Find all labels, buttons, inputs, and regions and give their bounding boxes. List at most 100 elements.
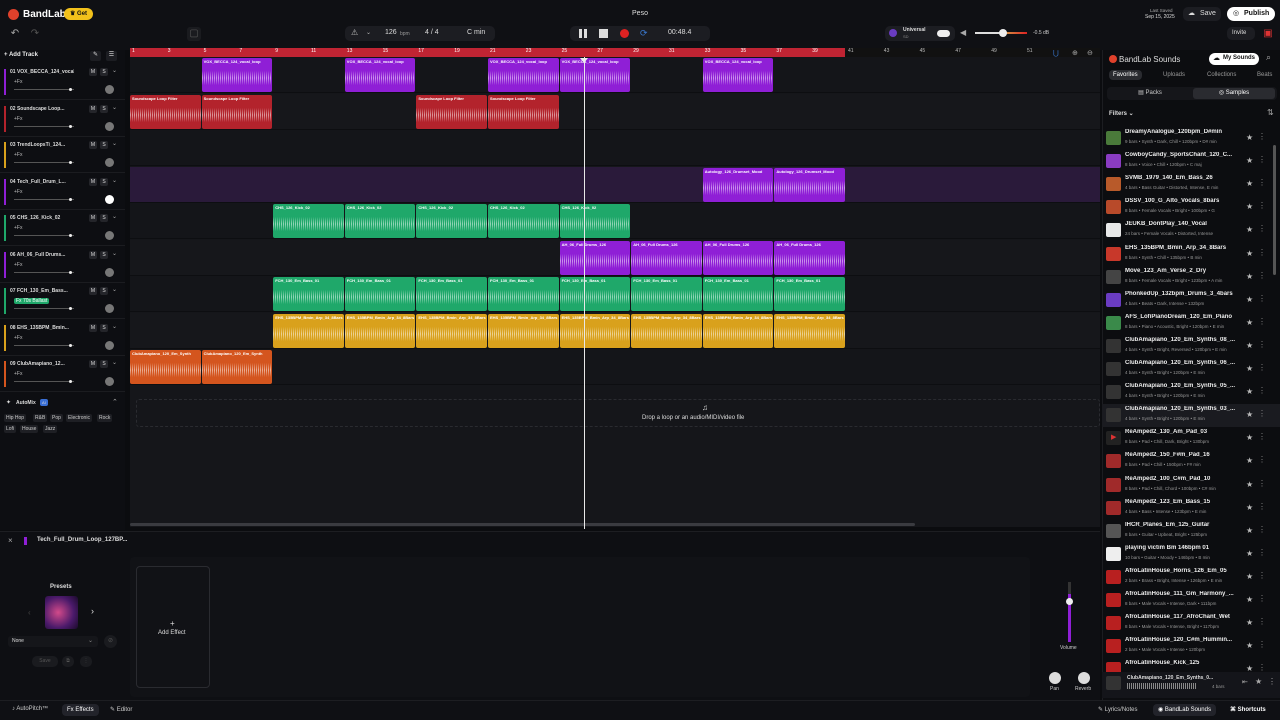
track-lane[interactable]: AH_06_Full Drums_126 AH_06_Full Drums_126… [130,239,1100,276]
track-header[interactable]: 07 FCH_130_Em_Bass... Fx 70s Ballast M S ⌄ [0,283,125,319]
sound-thumbnail[interactable] [1106,269,1121,284]
track-lane[interactable]: VOX_BECCA_124_vocal_loop VOX_BECCA_124_vo… [130,57,1100,93]
audio-clip[interactable]: ClubAmapiano_120_Em_Synth [130,350,201,384]
sound-item[interactable]: playing victim Bm 146bpm 01 10 bars • Gui… [1102,543,1280,566]
track-volume-knob[interactable] [69,307,72,310]
more-icon[interactable]: ⋮ [1258,271,1266,280]
track-volume-knob[interactable] [69,343,72,347]
audio-clip[interactable]: FCH_130_Em_Bass_01 [774,277,845,311]
chevron-down-icon[interactable]: ⌄ [112,177,117,184]
chevron-down-icon[interactable]: ⌄ [112,104,117,111]
track-fx-button[interactable]: +Fx [14,225,22,231]
more-icon[interactable]: ⋮ [1258,363,1266,372]
more-icon[interactable]: ⋮ [1258,201,1266,210]
track-name[interactable]: 09 ClubAmapiano_12... [10,361,74,367]
subtab-samples[interactable]: ◎ Samples [1193,88,1275,99]
sound-thumbnail[interactable] [1106,639,1121,654]
favorite-icon[interactable]: ★ [1246,387,1253,396]
audio-clip[interactable]: FCH_130_Em_Bass_01 [416,277,487,311]
more-icon[interactable]: ⋮ [80,656,92,667]
track-volume-knob[interactable] [69,197,72,201]
track-fx-button[interactable]: +Fx [14,335,22,341]
stop-icon[interactable] [599,29,608,38]
sound-item[interactable]: ClubAmapiano_120_Em_Synths_08_... 4 bars … [1102,335,1280,358]
more-icon[interactable]: ⋮ [1258,479,1266,488]
audio-clip[interactable]: AH_06_Full Drums_126 [774,240,845,275]
track-header[interactable]: 09 ClubAmapiano_12... +Fx M S ⌄ [0,356,125,392]
track-name[interactable]: 04 Tech_Full_Drum_L... [10,179,74,185]
audio-clip[interactable]: CHS_126_Kick_02 [344,204,416,238]
sound-thumbnail[interactable] [1106,154,1121,169]
audio-clip[interactable]: AH_06_Full Drums_126 [559,240,631,275]
sound-thumbnail[interactable] [1106,593,1121,607]
pencil-icon[interactable]: ✎ [90,51,101,61]
more-icon[interactable]: ⋮ [1258,155,1266,164]
more-icon[interactable]: ⋮ [1258,317,1266,326]
horizontal-scrollbar[interactable] [130,523,915,526]
chevron-down-icon[interactable]: ⌄ [112,213,117,220]
track-name[interactable]: 01 VOX_BECCA_124_vocal_loop... [10,69,74,75]
sound-item[interactable]: PhonkedUp_132bpm_Drums_3_4bars 4 bars • B… [1102,289,1280,312]
track-volume-knob[interactable] [69,124,72,128]
sound-item[interactable]: AFS_LofiPianoDream_120_Em_Piano 8 bars • … [1102,312,1280,335]
pause-icon[interactable] [579,29,587,38]
save-preset-button[interactable]: Save [32,656,58,667]
shortcuts-tab[interactable]: ⌘ Shortcuts [1230,706,1266,713]
audio-clip[interactable]: Soundscape Loop Filter [416,94,487,129]
audio-clip[interactable]: VOX_BECCA_124_vocal_loop [559,58,631,92]
speaker-icon[interactable]: ◀ [960,28,966,37]
favorite-icon[interactable]: ★ [1246,364,1253,373]
favorite-icon[interactable]: ★ [1246,202,1253,211]
chevron-left-icon[interactable]: ‹ [28,608,31,617]
track-header[interactable]: 03 TrendLoopsTi_124... +Fx M S ⌄ [0,137,125,173]
solo-button[interactable]: S [100,104,108,113]
track-lane[interactable] [130,130,1100,166]
audio-clip[interactable]: FCH_130_Em_Bass_01 [559,277,631,311]
favorite-icon[interactable]: ★ [1255,677,1262,686]
audio-clip[interactable]: FCH_130_Em_Bass_01 [344,277,416,311]
track-volume-slider[interactable] [14,343,74,347]
pan-knob[interactable] [105,304,114,313]
favorite-icon[interactable]: ★ [1246,549,1253,558]
reverb-knob[interactable] [1078,672,1090,684]
track-lane[interactable]: Autology_126_Drumset_Mood Autology_126_Dr… [130,166,1100,203]
solo-button[interactable]: S [100,214,108,222]
sound-item[interactable]: AfroLatinHouse_111_Gm_Harmony_... 8 bars … [1102,589,1280,612]
sound-item[interactable]: ClubAmapiano_120_Em_Synths_03_... 4 bars … [1102,404,1280,428]
track-fx-button[interactable]: +Fx [14,116,22,122]
pan-knob[interactable] [105,340,114,350]
editor-tab[interactable]: ✎ Editor [110,706,132,713]
pan-knob[interactable] [105,85,114,94]
chevron-up-icon[interactable]: ⌃ [112,398,118,406]
more-icon[interactable]: ⋮ [1258,640,1266,649]
sound-thumbnail[interactable] [1106,200,1121,215]
sound-thumbnail[interactable] [1106,500,1121,515]
track-name[interactable]: 02 Soundscape Loop... [10,106,74,112]
sound-tab[interactable]: Collections [1203,70,1240,80]
more-icon[interactable]: ⋮ [1258,132,1266,141]
more-icon[interactable]: ⋮ [1258,502,1266,511]
sound-item[interactable]: ReAmped2_150_F#m_Pad_16 8 bars • Pad • Ch… [1102,450,1280,473]
track-volume-knob[interactable] [69,88,72,91]
pan-knob[interactable] [105,267,114,277]
sound-item[interactable]: IHCR_Planes_Em_125_Guitar 8 bars • Guitar… [1102,520,1280,543]
master-volume-slider[interactable] [975,29,1027,37]
mute-button[interactable]: M [89,360,97,368]
more-icon[interactable]: ⋮ [1258,594,1266,603]
track-volume-slider[interactable] [14,161,74,164]
sound-thumbnail[interactable] [1106,362,1121,376]
favorite-icon[interactable]: ★ [1246,595,1253,604]
genre-tag[interactable]: House [20,425,39,433]
record-icon[interactable] [620,29,629,38]
key-value[interactable]: C min [467,29,485,36]
mute-button[interactable]: M [89,323,97,332]
metronome-icon[interactable]: ⚠ [351,28,358,37]
more-icon[interactable]: ⋮ [1258,455,1266,464]
track-name[interactable]: 06 AH_06_Full Drums... [10,252,74,258]
sound-item[interactable]: SVMB_1979_140_Em_Bass_26 4 bars • Bass Gu… [1102,173,1280,196]
chevron-down-icon[interactable]: ⌄ [112,286,117,293]
more-icon[interactable]: ⋮ [1258,617,1266,626]
track-name[interactable]: 05 CHS_126_Kick_02 [10,215,74,221]
pan-knob[interactable] [1049,672,1061,684]
audio-clip[interactable]: Soundscape Loop Filter [130,94,201,129]
